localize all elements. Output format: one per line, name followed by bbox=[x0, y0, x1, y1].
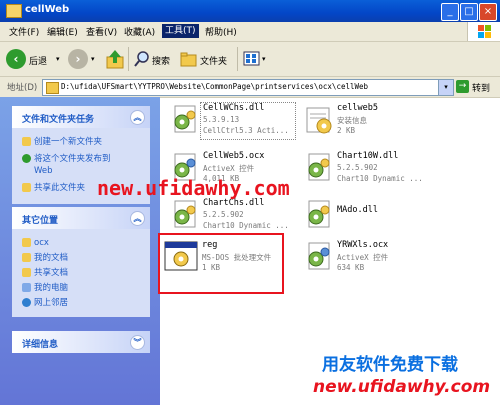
menu-bar: 文件(F) 编辑(E) 查看(V) 收藏(A) 工具(T) 帮助(H) bbox=[0, 22, 500, 42]
file-item[interactable]: cellweb5 安装信息 2 KB bbox=[302, 100, 432, 140]
watermark-cn: 用友软件免费下载 bbox=[322, 355, 458, 375]
forward-dropdown-icon[interactable]: ▾ bbox=[91, 55, 95, 63]
views-dropdown-icon[interactable]: ▾ bbox=[262, 55, 266, 63]
setup-info-icon bbox=[304, 104, 334, 136]
details-title: 详细信息 bbox=[22, 340, 59, 350]
watermark-url: new.ufidawhy.com bbox=[97, 176, 290, 200]
maximize-button[interactable]: □ bbox=[460, 3, 478, 21]
windows-logo-icon bbox=[467, 22, 500, 41]
computer-icon bbox=[22, 283, 31, 292]
dll-gear-icon bbox=[170, 199, 200, 231]
task-pane: 文件和文件夹任务 ︽ 创建一个新文件夹 将这个文件夹发布到 Web 共享此文件夹… bbox=[0, 97, 160, 405]
go-button-label[interactable]: 转到 bbox=[472, 81, 490, 94]
details-panel: 详细信息 ︾ bbox=[12, 331, 150, 353]
file-item[interactable]: Chart10W.dll 5.2.5.902 Chart10 Dynamic .… bbox=[302, 148, 432, 188]
ocx-gear-icon bbox=[304, 241, 334, 273]
dll-gear-icon bbox=[304, 199, 334, 231]
minimize-button[interactable]: _ bbox=[441, 3, 459, 21]
menu-file[interactable]: 文件(F) bbox=[9, 25, 39, 38]
folders-button-label[interactable]: 文件夹 bbox=[200, 54, 227, 67]
folder-icon bbox=[6, 4, 22, 18]
expand-chevron-icon[interactable]: ︾ bbox=[130, 335, 145, 350]
share-folder-icon bbox=[22, 183, 31, 192]
menu-view[interactable]: 查看(V) bbox=[86, 25, 117, 38]
other-places-panel: 其它位置 ︽ ocx 我的文档 共享文档 我的电脑 网上邻居 bbox=[12, 207, 150, 317]
menu-help[interactable]: 帮助(H) bbox=[205, 25, 237, 38]
file-item[interactable]: YRWXls.ocx ActiveX 控件 634 KB bbox=[302, 237, 432, 277]
shared-documents-icon bbox=[22, 268, 31, 277]
toolbar: ‹ 后退 ▾ › ▾ 搜索 文件夹 ▾ bbox=[0, 42, 500, 77]
file-item[interactable]: MAdo.dll bbox=[302, 195, 432, 235]
menu-tools[interactable]: 工具(T) bbox=[162, 24, 199, 38]
new-folder-icon bbox=[22, 137, 31, 146]
back-button-label[interactable]: 后退 bbox=[29, 54, 47, 67]
other-places-title: 其它位置 bbox=[22, 216, 59, 226]
network-icon bbox=[22, 298, 31, 307]
up-folder-icon[interactable] bbox=[106, 49, 124, 69]
window-title: cellWeb bbox=[25, 4, 70, 15]
address-bar: 地址(D) D:\ufida\UFSmart\YYTPRO\Website\Co… bbox=[0, 77, 500, 98]
menu-edit[interactable]: 编辑(E) bbox=[47, 25, 78, 38]
globe-icon bbox=[22, 154, 31, 163]
file-tasks-header[interactable]: 文件和文件夹任务 ︽ bbox=[12, 106, 150, 128]
views-icon[interactable] bbox=[243, 51, 260, 66]
title-bar: cellWeb _ □ × bbox=[0, 0, 500, 22]
file-item[interactable]: ChartChs.dll 5.2.5.902 Chart10 Dynamic .… bbox=[166, 195, 296, 235]
address-path: D:\ufida\UFSmart\YYTPRO\Website\CommonPa… bbox=[61, 82, 369, 91]
address-input[interactable]: D:\ufida\UFSmart\YYTPRO\Website\CommonPa… bbox=[42, 79, 439, 96]
collapse-chevron-icon[interactable]: ︽ bbox=[130, 110, 145, 125]
forward-arrow-icon[interactable]: › bbox=[68, 49, 88, 69]
go-arrow-icon[interactable]: → bbox=[456, 80, 469, 93]
my-documents-icon bbox=[22, 253, 31, 262]
search-button-label[interactable]: 搜索 bbox=[152, 54, 170, 67]
close-button[interactable]: × bbox=[479, 3, 497, 21]
details-header[interactable]: 详细信息 ︾ bbox=[12, 331, 150, 353]
back-arrow-icon[interactable]: ‹ bbox=[6, 49, 26, 69]
back-dropdown-icon[interactable]: ▾ bbox=[56, 55, 60, 63]
dll-gear-icon bbox=[304, 152, 334, 184]
address-dropdown-icon[interactable]: ▾ bbox=[438, 79, 454, 96]
highlight-box bbox=[158, 233, 284, 294]
address-label: 地址(D) bbox=[7, 83, 38, 93]
other-places-header[interactable]: 其它位置 ︽ bbox=[12, 207, 150, 229]
file-tasks-title: 文件和文件夹任务 bbox=[22, 115, 95, 125]
folder-icon bbox=[22, 238, 31, 247]
menu-favorites[interactable]: 收藏(A) bbox=[124, 25, 155, 38]
watermark-url-bottom: new.ufidawhy.com bbox=[313, 377, 491, 397]
folder-icon bbox=[46, 82, 59, 94]
dll-gear-icon bbox=[170, 104, 200, 136]
file-item[interactable]: CellWChs.dll 5.3.9.13 CellCtrl5.3 Acti..… bbox=[166, 100, 296, 140]
search-icon[interactable] bbox=[134, 50, 150, 68]
collapse-chevron-icon[interactable]: ︽ bbox=[130, 211, 145, 226]
folders-icon[interactable] bbox=[180, 50, 198, 68]
